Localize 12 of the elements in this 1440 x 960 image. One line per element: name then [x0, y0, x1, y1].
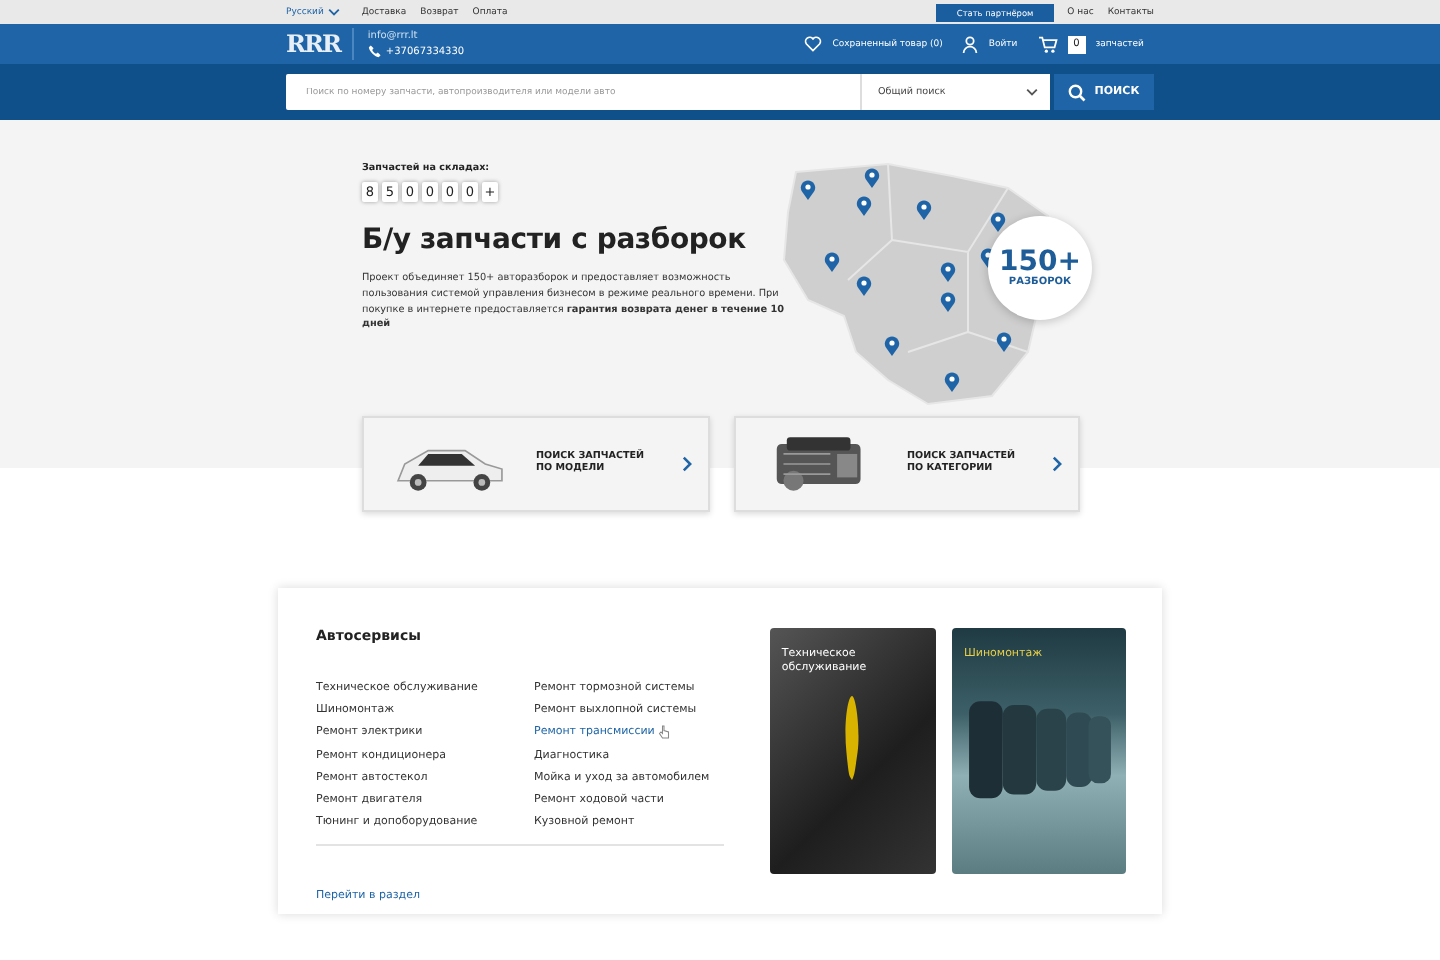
logo[interactable]: RRR: [286, 28, 354, 60]
phone-icon: [367, 44, 382, 58]
user-icon: [962, 35, 979, 53]
chevron-down-icon: [1026, 88, 1038, 96]
chevron-right-icon: [681, 456, 691, 472]
cart-icon: [1037, 35, 1058, 53]
chevron-down-icon: [327, 8, 340, 16]
hero-title: Б/у запчасти с разборок: [362, 224, 748, 256]
heart-icon: [804, 36, 823, 52]
chevron-right-icon: [1052, 456, 1062, 472]
search-icon: [1068, 83, 1087, 101]
hand-cursor-icon: [658, 724, 671, 741]
